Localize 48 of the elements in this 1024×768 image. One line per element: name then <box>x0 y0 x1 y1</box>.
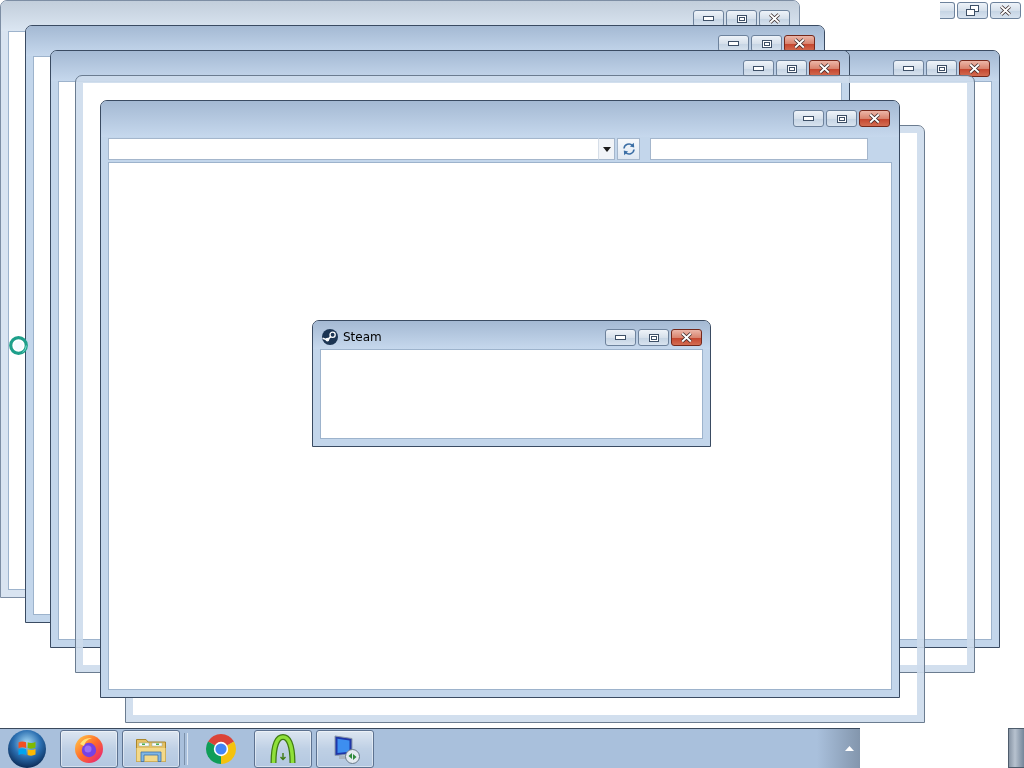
caret-icon <box>844 746 854 751</box>
minimize-icon <box>803 116 814 121</box>
arch-icon <box>270 734 296 764</box>
refresh-icon <box>621 142 636 156</box>
close-icon <box>999 5 1012 16</box>
maximize-icon <box>836 114 847 123</box>
minimize-icon <box>615 335 626 340</box>
start-orb-icon <box>8 729 46 768</box>
taskbar-button[interactable] <box>254 730 312 768</box>
restore-button[interactable] <box>957 2 988 19</box>
close-button[interactable] <box>671 329 702 346</box>
app-logo-icon <box>322 329 338 345</box>
refresh-button[interactable] <box>617 138 640 160</box>
minimize-button[interactable] <box>793 110 824 127</box>
close-button[interactable] <box>990 2 1021 19</box>
close-icon <box>793 38 806 49</box>
minimize-icon <box>728 41 739 46</box>
close-button[interactable] <box>959 60 990 77</box>
maximize-button[interactable] <box>826 110 857 127</box>
maximize-icon <box>936 64 947 73</box>
close-icon <box>868 113 881 124</box>
close-icon <box>818 63 831 74</box>
close-icon <box>968 63 981 74</box>
dropdown-button[interactable] <box>598 138 615 160</box>
close-icon <box>768 13 781 24</box>
restore-icon <box>966 5 979 16</box>
minimize-icon <box>753 66 764 71</box>
taskbar-button[interactable] <box>122 730 180 768</box>
minimize-icon <box>703 16 714 21</box>
taskbar-button[interactable] <box>60 730 118 768</box>
close-icon <box>680 332 693 343</box>
search-field[interactable] <box>650 138 868 160</box>
close-button[interactable] <box>859 110 890 127</box>
folder-icon <box>136 736 166 762</box>
maximize-icon <box>736 14 747 23</box>
globe-icon <box>75 735 103 763</box>
maximize-button[interactable] <box>638 329 669 346</box>
taskbar-button[interactable] <box>316 730 374 768</box>
caret-icon <box>602 146 611 152</box>
ring-icon <box>206 734 236 764</box>
maximize-icon <box>786 64 797 73</box>
minimize-icon <box>903 66 914 71</box>
maximize-icon <box>761 39 772 48</box>
address-field[interactable] <box>108 138 598 160</box>
maximize-icon <box>648 333 659 342</box>
minimize-button[interactable] <box>605 329 636 346</box>
show-desktop-button[interactable] <box>1008 728 1024 768</box>
window-title: Steam <box>343 329 382 345</box>
